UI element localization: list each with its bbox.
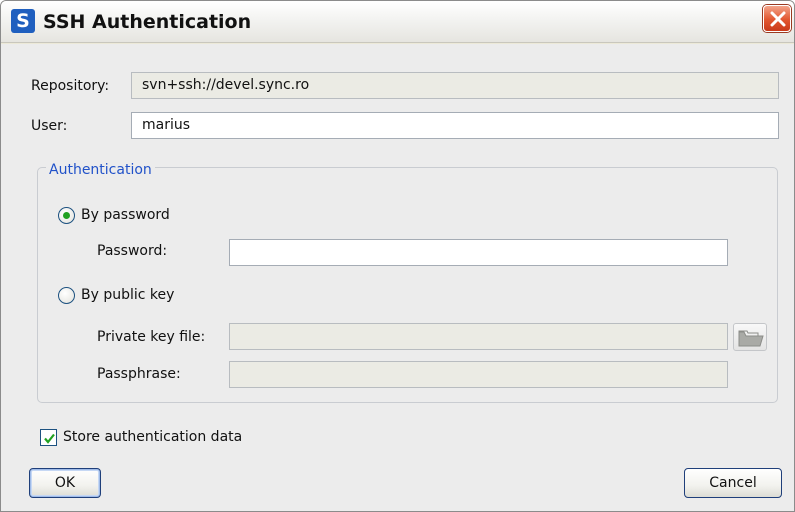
by-password-label[interactable]: By password: [81, 205, 170, 225]
password-label: Password:: [97, 243, 168, 259]
repository-label: Repository:: [31, 78, 110, 94]
repository-field: svn+ssh://devel.sync.ro: [131, 72, 779, 99]
app-logo-icon: S: [11, 9, 35, 33]
password-input[interactable]: [229, 239, 728, 266]
passphrase-field: [229, 361, 728, 388]
browse-private-key-button: [733, 323, 767, 351]
store-authentication-label[interactable]: Store authentication data: [63, 427, 242, 447]
title-bar[interactable]: S SSH Authentication: [1, 1, 794, 43]
user-input[interactable]: marius: [131, 112, 779, 139]
cancel-button[interactable]: Cancel: [684, 468, 782, 498]
by-password-radio[interactable]: [58, 207, 75, 224]
by-public-key-radio[interactable]: [58, 287, 75, 304]
passphrase-label: Passphrase:: [97, 366, 181, 382]
authentication-group-title: Authentication: [46, 160, 155, 180]
radio-selected-dot: [63, 212, 70, 219]
private-key-file-field: [229, 323, 728, 350]
dialog-content: Repository: svn+ssh://devel.sync.ro User…: [1, 44, 794, 511]
user-label: User:: [31, 118, 68, 134]
by-public-key-label[interactable]: By public key: [81, 285, 174, 305]
private-key-file-label: Private key file:: [97, 329, 206, 345]
checkmark-icon: [44, 433, 55, 444]
close-icon: [770, 11, 786, 27]
dialog-title: SSH Authentication: [43, 11, 252, 33]
folder-icon: [738, 330, 764, 347]
close-button[interactable]: [763, 5, 791, 32]
ssh-authentication-dialog: S SSH Authentication Repository: svn+ssh…: [0, 0, 795, 512]
ok-button[interactable]: OK: [29, 468, 101, 498]
store-authentication-checkbox[interactable]: [40, 429, 57, 446]
